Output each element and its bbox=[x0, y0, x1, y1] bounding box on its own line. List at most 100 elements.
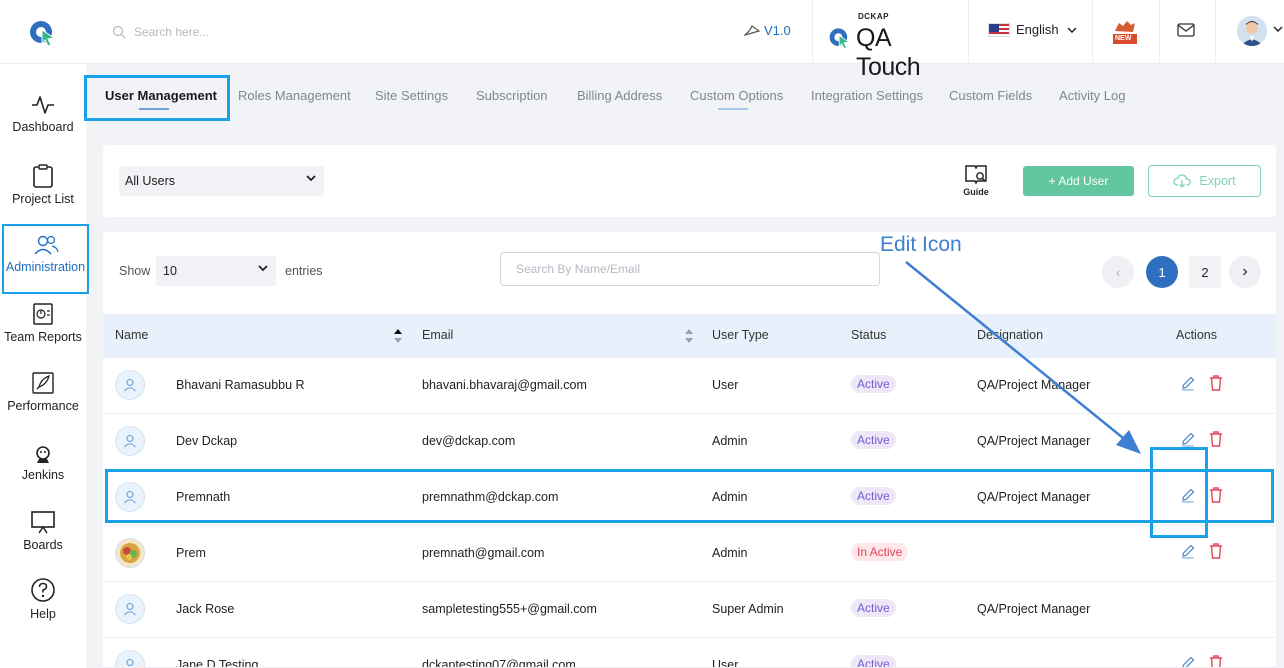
user-icon bbox=[124, 378, 136, 392]
whats-new-button[interactable]: NEW bbox=[1111, 17, 1139, 47]
pagination-next[interactable]: › bbox=[1229, 256, 1261, 288]
app-logo[interactable] bbox=[28, 18, 58, 48]
mail-button[interactable] bbox=[1177, 23, 1195, 40]
language-selector[interactable]: English bbox=[988, 22, 1077, 37]
sort-icon[interactable] bbox=[393, 327, 403, 345]
guide-button[interactable]: Guide bbox=[960, 163, 992, 197]
brand-icon bbox=[829, 28, 850, 49]
language-label: English bbox=[1016, 22, 1059, 37]
user-icon bbox=[126, 658, 134, 667]
table-row: Dev Dckap dev@dckap.com Admin Active QA/… bbox=[103, 414, 1276, 470]
user-type: User bbox=[712, 378, 739, 392]
user-name: Prem bbox=[176, 546, 206, 560]
user-icon bbox=[124, 602, 136, 616]
user-filter-select[interactable]: All Users bbox=[119, 166, 324, 196]
edit-icon[interactable] bbox=[1180, 431, 1196, 447]
book-search-icon bbox=[965, 165, 987, 185]
sidebar-item-team-reports[interactable]: Team Reports bbox=[0, 302, 86, 344]
admin-tabs: User Management Roles Management Site Se… bbox=[86, 64, 1284, 122]
tab-subscription[interactable]: Subscription bbox=[476, 88, 548, 103]
user-type: Admin bbox=[712, 434, 748, 448]
top-header: V1.0 DCKAP QA Touch English bbox=[0, 0, 1284, 81]
tab-site-settings[interactable]: Site Settings bbox=[375, 88, 448, 103]
sidebar-item-label: Jenkins bbox=[21, 468, 65, 482]
edit-icon[interactable] bbox=[1180, 375, 1196, 391]
column-header-name[interactable]: Name bbox=[115, 328, 148, 342]
sidebar-item-jenkins[interactable]: Jenkins bbox=[0, 444, 86, 482]
add-user-button[interactable]: + Add User bbox=[1023, 166, 1134, 196]
brand-logo: DCKAP QA Touch bbox=[828, 12, 954, 81]
tab-billing-address[interactable]: Billing Address bbox=[577, 88, 662, 103]
divider bbox=[1092, 0, 1093, 64]
tab-activity-log[interactable]: Activity Log bbox=[1059, 88, 1125, 103]
avatar bbox=[115, 594, 145, 624]
global-search-input[interactable] bbox=[134, 25, 374, 39]
table-search-input[interactable]: Search By Name/Email bbox=[500, 252, 880, 286]
user-email: dev@dckap.com bbox=[422, 434, 516, 448]
pagination-prev[interactable]: ‹ bbox=[1102, 256, 1134, 288]
entries-value: 10 bbox=[163, 264, 177, 278]
guide-label: Guide bbox=[963, 187, 989, 197]
sidebar-item-help[interactable]: Help bbox=[0, 577, 86, 621]
user-designation: QA/Project Manager bbox=[977, 378, 1091, 392]
tab-integration-settings[interactable]: Integration Settings bbox=[811, 88, 923, 103]
sort-icon[interactable] bbox=[684, 327, 694, 345]
user-name: Bhavani Ramasubbu R bbox=[176, 378, 305, 392]
edit-icon[interactable] bbox=[1180, 655, 1196, 668]
column-header-designation: Designation bbox=[977, 328, 1044, 342]
sidebar-item-administration[interactable]: Administration bbox=[2, 224, 89, 294]
pagination-page-1[interactable]: 1 bbox=[1146, 256, 1178, 288]
table-row: Bhavani Ramasubbu R bhavani.bhavaraj@gma… bbox=[103, 358, 1276, 414]
sidebar-item-label: Boards bbox=[23, 538, 63, 552]
edit-icon[interactable] bbox=[1180, 543, 1196, 559]
avatar bbox=[115, 426, 145, 456]
delete-icon[interactable] bbox=[1209, 655, 1223, 668]
avatar bbox=[115, 370, 145, 400]
entries-label: entries bbox=[285, 264, 323, 278]
version-indicator: V1.0 bbox=[744, 23, 791, 38]
user-email: sampletesting555+@gmail.com bbox=[422, 602, 597, 616]
sidebar-item-boards[interactable]: Boards bbox=[0, 510, 86, 552]
sidebar-item-label: Project List bbox=[12, 192, 74, 206]
global-search[interactable] bbox=[112, 22, 412, 42]
delete-icon[interactable] bbox=[1209, 543, 1223, 559]
new-badge-label: NEW bbox=[1115, 35, 1132, 42]
delete-icon[interactable] bbox=[1209, 375, 1223, 391]
pagination-page-2[interactable]: 2 bbox=[1189, 256, 1221, 288]
table-row: Jack Rose sampletesting555+@gmail.com Su… bbox=[103, 582, 1276, 638]
chevron-down-icon bbox=[306, 175, 316, 182]
user-avatar[interactable] bbox=[1237, 16, 1267, 46]
user-avatar-icon bbox=[1237, 16, 1267, 46]
mail-icon bbox=[1177, 23, 1195, 37]
user-email: premnath@gmail.com bbox=[422, 546, 545, 560]
table-header: Name Email User Type Status Designation … bbox=[103, 314, 1276, 358]
chevron-down-icon bbox=[1067, 26, 1077, 33]
divider bbox=[1215, 0, 1216, 64]
export-label: Export bbox=[1199, 174, 1236, 188]
sidebar-item-label: Performance bbox=[7, 399, 79, 413]
tab-custom-fields[interactable]: Custom Fields bbox=[949, 88, 1032, 103]
edit-icon-highlight-annotation bbox=[1150, 447, 1208, 538]
column-header-email[interactable]: Email bbox=[422, 328, 453, 342]
table-search-placeholder: Search By Name/Email bbox=[516, 262, 641, 276]
entries-select[interactable]: 10 bbox=[156, 256, 276, 286]
column-header-actions: Actions bbox=[1176, 328, 1217, 342]
column-header-status: Status bbox=[851, 328, 887, 342]
status-badge: Active bbox=[851, 375, 896, 393]
sidebar-item-dashboard[interactable]: Dashboard bbox=[0, 94, 86, 134]
delete-icon[interactable] bbox=[1209, 431, 1223, 447]
user-type: Admin bbox=[712, 546, 748, 560]
sidebar-item-label: Dashboard bbox=[12, 120, 74, 134]
sidebar: Dashboard Project List Administration Te… bbox=[0, 64, 89, 668]
tab-roles-management[interactable]: Roles Management bbox=[238, 88, 351, 103]
divider bbox=[968, 0, 969, 64]
jenkins-icon bbox=[36, 446, 50, 463]
us-flag-icon bbox=[988, 22, 1010, 37]
export-button[interactable]: Export bbox=[1148, 165, 1261, 197]
chevron-down-icon[interactable] bbox=[1273, 26, 1283, 32]
sidebar-item-project-list[interactable]: Project List bbox=[0, 164, 86, 206]
divider bbox=[1159, 0, 1160, 64]
tab-custom-options[interactable]: Custom Options bbox=[690, 88, 783, 103]
sidebar-item-performance[interactable]: Performance bbox=[0, 371, 86, 413]
user-filter-value: All Users bbox=[125, 174, 176, 188]
